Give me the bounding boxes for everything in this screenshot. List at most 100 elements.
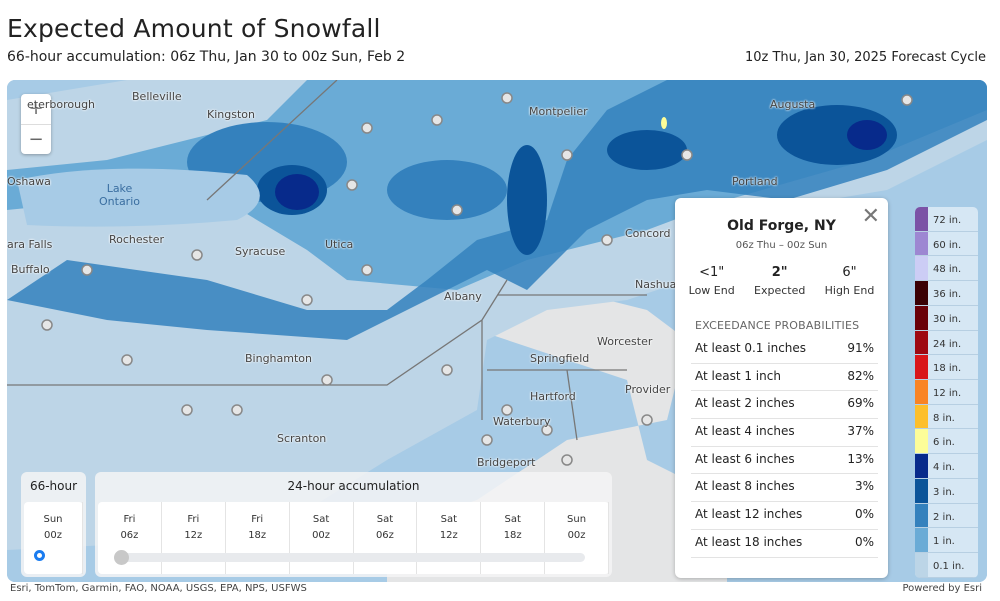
- legend-item: 1 in.: [915, 528, 978, 554]
- exceedance-label: At least 18 inches: [695, 534, 803, 549]
- legend-label: 0.1 in.: [933, 561, 965, 573]
- legend-item: 48 in.: [915, 256, 978, 282]
- legend-item: 0.1 in.: [915, 553, 978, 578]
- legend-item: 2 in.: [915, 503, 978, 529]
- exceedance-row: At least 0.1 inches 91%: [691, 336, 878, 364]
- legend-label: 24 in.: [933, 338, 962, 350]
- legend-swatch: [915, 478, 928, 503]
- zoom-out-button[interactable]: −: [21, 124, 51, 154]
- legend-label: 8 in.: [933, 412, 955, 424]
- exceedance-value: 69%: [847, 396, 874, 411]
- exceedance-value: 82%: [847, 368, 874, 383]
- legend-item: 8 in.: [915, 404, 978, 430]
- exceedance-value: 91%: [847, 341, 874, 355]
- legend-label: 18 in.: [933, 363, 962, 375]
- step-hour: 06z: [375, 530, 394, 541]
- close-icon[interactable]: ✕: [862, 206, 880, 228]
- legend-swatch: [915, 207, 928, 231]
- legend-swatch: [915, 281, 928, 305]
- legend-swatch: [915, 330, 928, 355]
- total-step[interactable]: Sun 00z: [24, 502, 83, 574]
- step-day: Sat: [376, 514, 394, 525]
- city-label: Syracuse: [235, 245, 286, 258]
- popup-location: Old Forge, NY: [727, 218, 836, 234]
- city-label: Binghamton: [245, 352, 312, 365]
- accumulation-period: 66-hour accumulation: 06z Thu, Jan 30 to…: [7, 49, 406, 65]
- expected: 2" Expected: [754, 265, 806, 297]
- legend-item: 3 in.: [915, 478, 978, 504]
- exceedance-value: 13%: [847, 451, 874, 466]
- page-title: Expected Amount of Snowfall: [7, 14, 381, 43]
- time-step[interactable]: Sun 00z: [545, 502, 609, 574]
- legend-label: 3 in.: [933, 486, 955, 498]
- legend-label: 4 in.: [933, 462, 955, 474]
- total-radio[interactable]: [34, 550, 45, 561]
- exceedance-row: At least 4 inches 37%: [691, 419, 878, 447]
- legend-label: 48 in.: [933, 264, 962, 276]
- legend-item: 4 in.: [915, 454, 978, 479]
- legend-swatch: [915, 355, 928, 380]
- city-label: eterborough: [27, 98, 96, 111]
- legend-label: 12 in.: [933, 388, 962, 400]
- snowfall-map[interactable]: + − eterborough Belleville Kingston Oshawa R…: [7, 80, 987, 582]
- time-step[interactable]: Sat 06z: [354, 502, 418, 574]
- legend-swatch: [915, 503, 928, 528]
- city-label: Rochester: [109, 233, 164, 246]
- step-day: Sat: [312, 514, 330, 525]
- time-step[interactable]: Sat 00z: [290, 502, 354, 574]
- daily-heading: 24-hour accumulation: [287, 479, 420, 493]
- step-hour: 00z: [312, 530, 331, 541]
- low-end: <1" Low End: [688, 265, 735, 297]
- step-day: Fri: [251, 514, 264, 525]
- step-hour: 18z: [248, 530, 267, 541]
- time-slider-handle[interactable]: [114, 550, 129, 565]
- location-popup: ✕ Old Forge, NY 06z Thu – 00z Sun <1" Low…: [675, 198, 888, 578]
- legend-swatch: [915, 454, 928, 478]
- step-day: Sun: [567, 514, 587, 525]
- legend: 72 in. 60 in. 48 in. 36 in. 30 in. 24 in. 18 i…: [915, 207, 978, 578]
- exceedance-value: 0%: [854, 507, 874, 522]
- high-end: 6" High End: [824, 265, 875, 297]
- legend-label: 6 in.: [933, 437, 955, 449]
- time-step[interactable]: Fri 12z: [162, 502, 226, 574]
- step-day: Sat: [440, 514, 458, 525]
- time-step[interactable]: Fri 06z: [98, 502, 162, 574]
- exceedance-row: At least 6 inches 13%: [691, 447, 878, 475]
- city-label: Scranton: [277, 432, 327, 445]
- exceedance-row: At least 1 inch 82%: [691, 364, 878, 392]
- popup-range: 06z Thu – 00z Sun: [735, 240, 828, 251]
- city-label: Nashua: [635, 278, 677, 291]
- exceedance-value: 0%: [854, 534, 874, 549]
- time-step[interactable]: Fri 18z: [226, 502, 290, 574]
- city-label: Hartford: [530, 390, 576, 403]
- step-hour: 18z: [503, 530, 522, 541]
- total-heading: 66-hour: [29, 479, 78, 493]
- legend-label: 1 in.: [933, 536, 955, 548]
- exceedance-value: 37%: [847, 424, 874, 439]
- exceedance-row: At least 8 inches 3%: [691, 474, 878, 503]
- attribution-bar: Esri, TomTom, Garmin, FAO, NOAA, USGS, E…: [0, 582, 1000, 596]
- city-label: Portland: [732, 175, 778, 188]
- time-step[interactable]: Sat 18z: [481, 502, 546, 574]
- lake-label: Lake Ontario: [99, 182, 140, 208]
- attribution: Esri, TomTom, Garmin, FAO, NOAA, USGS, E…: [10, 583, 307, 594]
- powered-by[interactable]: Powered by Esri: [902, 583, 982, 594]
- legend-item: 12 in.: [915, 380, 978, 405]
- time-step[interactable]: Sat 12z: [417, 502, 482, 574]
- step-day: Sat: [504, 514, 521, 525]
- legend-item: 24 in.: [915, 330, 978, 356]
- city-label: Albany: [444, 290, 482, 303]
- city-label: Waterbury: [493, 415, 551, 428]
- city-label: Montpelier: [529, 105, 588, 118]
- city-label: Provider: [625, 383, 671, 396]
- exceedance-heading: EXCEEDANCE PROBABILITIES: [695, 319, 860, 332]
- forecast-cycle: 10z Thu, Jan 30, 2025 Forecast Cycle: [744, 50, 986, 65]
- exceedance-label: At least 1 inch: [695, 368, 781, 383]
- exceedance-label: At least 6 inches: [695, 451, 795, 466]
- city-label: Oshawa: [7, 175, 51, 188]
- legend-swatch: [915, 528, 928, 553]
- city-label: Springfield: [530, 352, 590, 365]
- exceedance-value: 3%: [854, 479, 874, 494]
- city-label: Bridgeport: [477, 456, 536, 469]
- time-slider-track[interactable]: [122, 553, 585, 562]
